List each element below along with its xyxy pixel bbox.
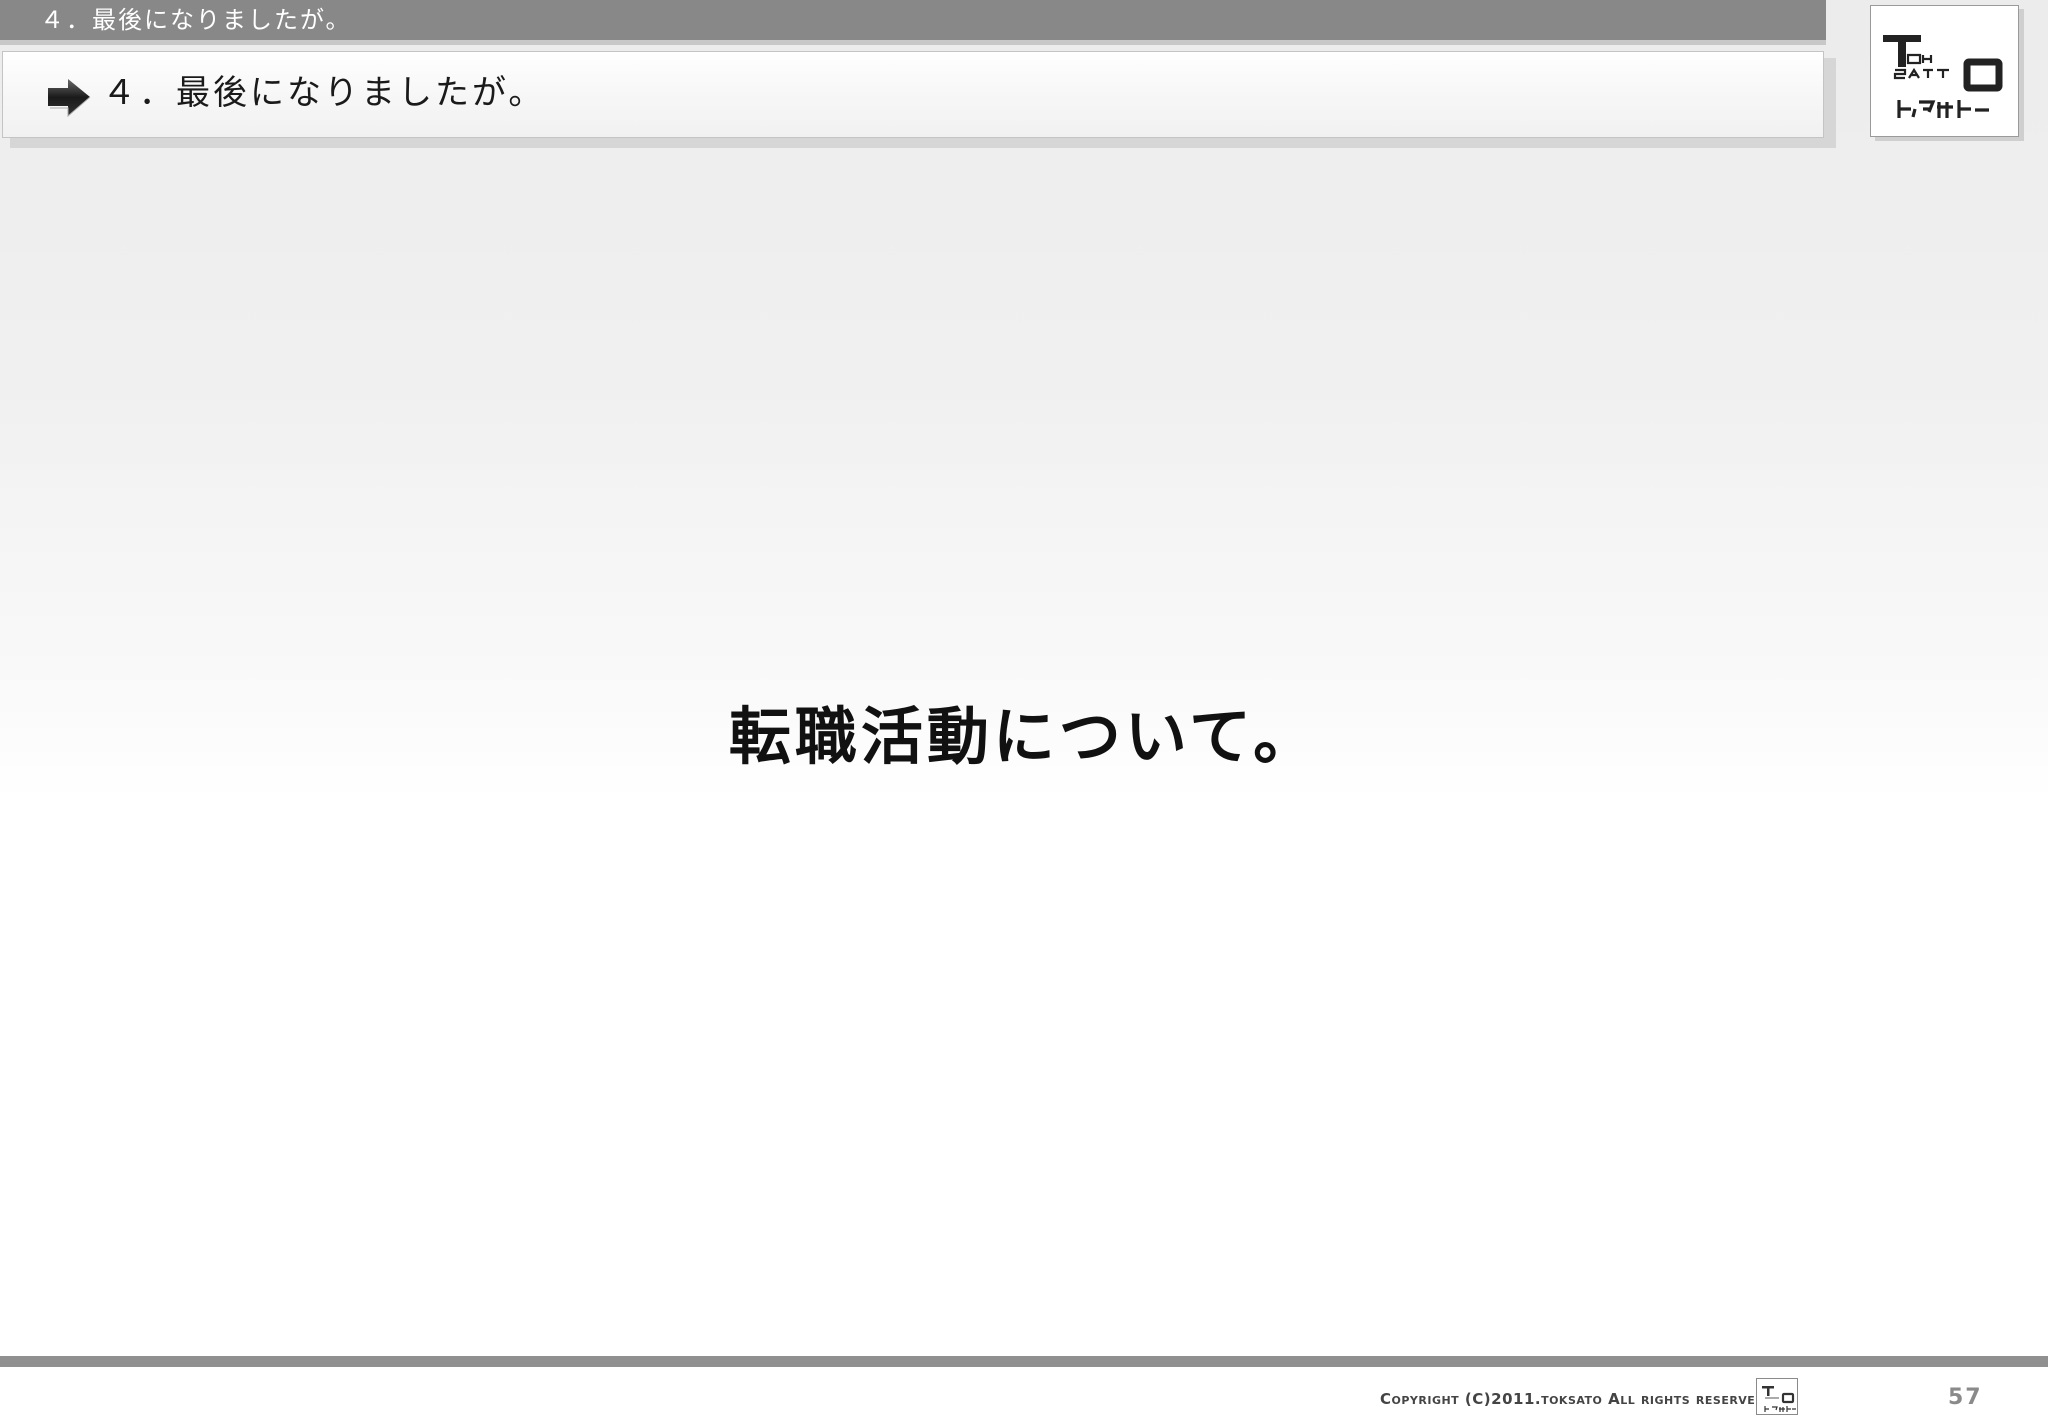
main-heading: 転職活動について。	[728, 699, 1320, 773]
copyright-text: Copyright (C)2011.toksato All rights res…	[1380, 1390, 1772, 1408]
page-title: ４．最後になりましたが。	[102, 73, 546, 113]
page-number: 57	[1948, 1385, 1983, 1410]
toksato-logo-small	[1756, 1378, 1798, 1415]
section-header-bar: ４．最後になりましたが。	[0, 0, 1826, 45]
footer-bar	[0, 1356, 2048, 1367]
toksato-logo	[1870, 5, 2019, 137]
arrow-right-icon	[48, 79, 91, 118]
section-header-label: ４．最後になりましたが。	[40, 6, 352, 34]
